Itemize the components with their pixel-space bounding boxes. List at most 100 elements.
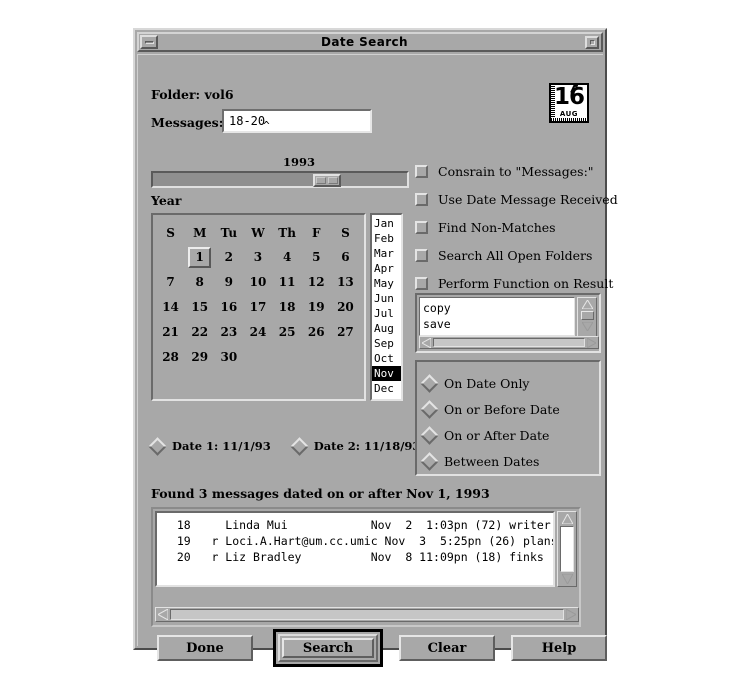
month-item-dec[interactable]: Dec — [372, 381, 401, 396]
month-item-aug[interactable]: Aug — [372, 321, 401, 336]
year-slider[interactable] — [151, 171, 409, 188]
result-row[interactable]: 20 r Liz Bradley Nov 8 11:09pn (18) fink… — [163, 549, 553, 565]
radio-3[interactable] — [420, 451, 439, 471]
month-list[interactable]: Jan Feb Mar Apr May Jun Jul Aug Sep Oct Nov Dec — [370, 213, 403, 401]
calendar-day-27[interactable]: 27 — [331, 320, 360, 345]
function-scroll-right-icon[interactable] — [585, 337, 598, 348]
radio-row-2[interactable]: On or After Date — [420, 422, 599, 448]
calendar-day-15[interactable]: 15 — [185, 295, 214, 320]
help-button[interactable]: Help — [511, 635, 607, 661]
checkbox-1[interactable] — [415, 192, 428, 206]
calendar-grid: S M Tu W Th F S 1 2 3 4 5 6 7 8 9 10 11 12 13 14 15 16 17 18 19 2… — [156, 221, 360, 370]
function-scroll-left-icon[interactable] — [420, 337, 433, 348]
function-scroll-thumb[interactable] — [580, 311, 594, 320]
radio-row-0[interactable]: On Date Only — [420, 370, 599, 396]
month-item-apr[interactable]: Apr — [372, 261, 401, 276]
checkbox-2[interactable] — [415, 220, 428, 234]
calendar-day-25[interactable]: 25 — [273, 320, 302, 345]
results-vscroll-trough[interactable] — [560, 526, 574, 572]
calendar-day-4[interactable]: 4 — [273, 245, 302, 270]
search-button[interactable]: Search — [282, 638, 374, 658]
checkbox-4[interactable] — [415, 276, 428, 290]
results-scroll-down-icon[interactable] — [559, 573, 575, 585]
calendar-day-10[interactable]: 10 — [243, 270, 272, 295]
checkbox-row-2[interactable]: Find Non-Matches — [415, 213, 618, 241]
calendar-day-24[interactable]: 24 — [243, 320, 272, 345]
month-item-sep[interactable]: Sep — [372, 336, 401, 351]
calendar-day-29[interactable]: 29 — [185, 345, 214, 370]
calendar-day-26[interactable]: 26 — [302, 320, 331, 345]
checkbox-3[interactable] — [415, 248, 428, 262]
results-list[interactable]: 18 Linda Mui Nov 2 1:03pn (72) writer's … — [155, 511, 555, 587]
calendar-day-16[interactable]: 16 — [214, 295, 243, 320]
month-item-jul[interactable]: Jul — [372, 306, 401, 321]
messages-input[interactable]: 18-20^ — [222, 109, 372, 133]
calendar-day-11[interactable]: 11 — [273, 270, 302, 295]
month-item-nov[interactable]: Nov — [372, 366, 401, 381]
calendar-day-14[interactable]: 14 — [156, 295, 185, 320]
date1-radio[interactable] — [148, 436, 167, 456]
function-hscroll-trough[interactable] — [433, 338, 585, 347]
results-hscroll-trough[interactable] — [170, 609, 564, 620]
function-list-hscrollbar[interactable] — [419, 336, 599, 349]
month-item-may[interactable]: May — [372, 276, 401, 291]
calendar-day-19[interactable]: 19 — [302, 295, 331, 320]
done-button[interactable]: Done — [157, 635, 253, 661]
results-scroll-left-icon[interactable] — [156, 608, 170, 621]
calendar-day-1[interactable]: 1 — [185, 245, 214, 270]
clear-button[interactable]: Clear — [399, 635, 495, 661]
calendar-day-18[interactable]: 18 — [273, 295, 302, 320]
calendar-weekday-tu-2: Tu — [220, 226, 238, 240]
checkbox-row-3[interactable]: Search All Open Folders — [415, 241, 618, 269]
radio-0[interactable] — [420, 373, 439, 393]
calendar-day-3[interactable]: 3 — [243, 245, 272, 270]
calendar-day-23[interactable]: 23 — [214, 320, 243, 345]
results-scroll-right-icon[interactable] — [564, 608, 578, 621]
calendar-day-30[interactable]: 30 — [214, 345, 243, 370]
function-list-vscrollbar[interactable] — [577, 297, 597, 337]
month-item-jun[interactable]: Jun — [372, 291, 401, 306]
function-item-save[interactable]: save — [423, 316, 574, 332]
function-scroll-up-icon[interactable] — [579, 299, 595, 310]
calendar-day-17[interactable]: 17 — [243, 295, 272, 320]
calendar-day-9[interactable]: 9 — [214, 270, 243, 295]
month-item-oct[interactable]: Oct — [372, 351, 401, 366]
month-item-jan[interactable]: Jan — [372, 216, 401, 231]
radio-row-1[interactable]: On or Before Date — [420, 396, 599, 422]
date2-radio[interactable] — [290, 436, 309, 456]
calendar-day-12[interactable]: 12 — [302, 270, 331, 295]
calendar-day-7[interactable]: 7 — [156, 270, 185, 295]
messages-input-value: 18-20 — [229, 114, 266, 128]
results-scroll-up-icon[interactable] — [559, 513, 575, 525]
calendar-day-5[interactable]: 5 — [302, 245, 331, 270]
calendar-header-row: S M Tu W Th F S — [156, 221, 360, 245]
checkbox-row-1[interactable]: Use Date Message Received — [415, 185, 618, 213]
month-item-mar[interactable]: Mar — [372, 246, 401, 261]
calendar-day-label: 17 — [249, 300, 267, 314]
calendar-day-21[interactable]: 21 — [156, 320, 185, 345]
minimize-icon[interactable] — [140, 35, 158, 49]
calendar-day-8[interactable]: 8 — [185, 270, 214, 295]
calendar-day-28[interactable]: 28 — [156, 345, 185, 370]
year-slider-thumb[interactable] — [313, 174, 341, 187]
month-item-feb[interactable]: Feb — [372, 231, 401, 246]
calendar-table: S M Tu W Th F S 1 2 3 4 5 6 7 8 9 10 11 12 13 14 15 16 17 18 19 2… — [156, 221, 360, 370]
calendar-day-6[interactable]: 6 — [331, 245, 360, 270]
results-hscrollbar[interactable] — [155, 607, 579, 622]
function-item-copy[interactable]: copy — [423, 300, 574, 316]
result-row[interactable]: 18 Linda Mui Nov 2 1:03pn (72) writer's … — [163, 517, 553, 533]
results-vscrollbar[interactable] — [557, 511, 577, 587]
calendar-day-20[interactable]: 20 — [331, 295, 360, 320]
radio-2[interactable] — [420, 425, 439, 445]
function-list-items[interactable]: copy save — [419, 297, 575, 336]
checkbox-0[interactable] — [415, 164, 428, 178]
calendar-day-22[interactable]: 22 — [185, 320, 214, 345]
result-row[interactable]: 19 r Loci.A.Hart@um.cc.umic Nov 3 5:25pn… — [163, 533, 553, 549]
checkbox-row-0[interactable]: Consrain to "Messages:" — [415, 157, 618, 185]
radio-1[interactable] — [420, 399, 439, 419]
calendar-day-13[interactable]: 13 — [331, 270, 360, 295]
maximize-icon[interactable] — [585, 35, 599, 49]
calendar-day-2[interactable]: 2 — [214, 245, 243, 270]
function-scroll-down-icon[interactable] — [579, 321, 595, 332]
radio-row-3[interactable]: Between Dates — [420, 448, 599, 474]
